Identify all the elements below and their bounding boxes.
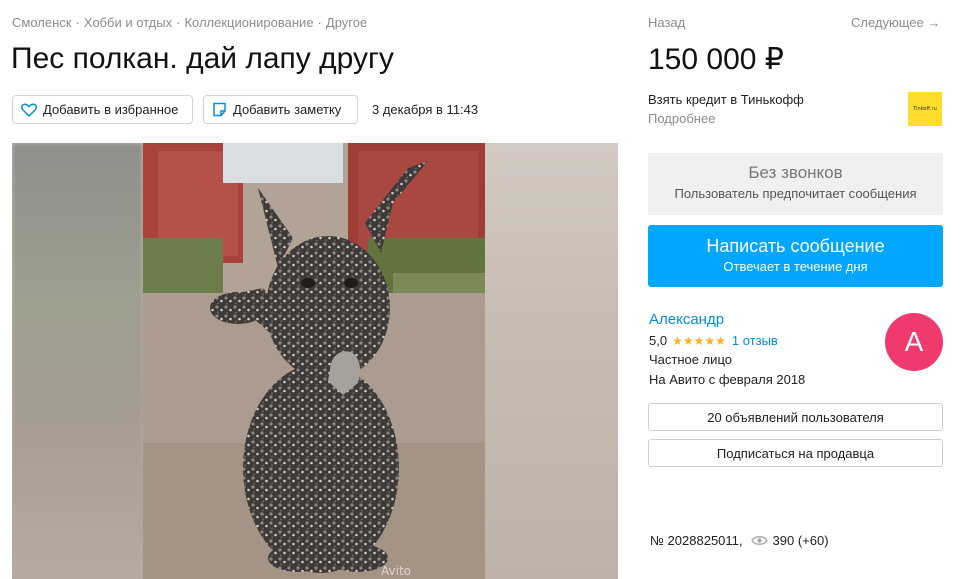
eye-icon (750, 536, 768, 545)
tinkoff-logo-text: Tinkoff.ru (913, 106, 937, 112)
seller-listings-label: 20 объявлений пользователя (707, 409, 884, 425)
price: 150 000 ₽ (648, 43, 784, 76)
breadcrumb-separator: · (317, 15, 322, 30)
add-note-label: Добавить заметку (233, 102, 342, 117)
photo-watermark: Avito (381, 564, 411, 578)
gallery-blur-right (485, 143, 618, 579)
rating-value: 5,0 (649, 333, 668, 348)
ad-number: № 2028825011, (650, 533, 743, 548)
seller-rating: 5,0 ★★★★★ 1 отзыв (649, 333, 778, 348)
add-note-button[interactable]: Добавить заметку (203, 95, 358, 124)
subscribe-seller-button[interactable]: Подписаться на продавца (648, 439, 943, 467)
seller-name-link[interactable]: Александр (649, 311, 724, 328)
seller-listings-button[interactable]: 20 объявлений пользователя (648, 403, 943, 431)
credit-more-link[interactable]: Подробнее (648, 111, 715, 126)
page-title: Пес полкан. дай лапу другу (11, 42, 394, 75)
credit-offer-link[interactable]: Взять кредит в Тинькофф (648, 92, 804, 107)
breadcrumb-hobby[interactable]: Хобби и отдых (84, 15, 172, 30)
subscribe-seller-label: Подписаться на продавца (716, 445, 875, 461)
write-message-button[interactable]: Написать сообщение Отвечает в течение дн… (648, 225, 943, 287)
view-count: 390 (+60) (772, 533, 829, 548)
add-to-favorites-button[interactable]: Добавить в избранное (12, 95, 193, 124)
tinkoff-logo[interactable]: Tinkoff.ru (908, 92, 942, 126)
seller-type: Частное лицо (649, 352, 732, 367)
seller-since: На Авито с февраля 2018 (649, 372, 806, 387)
breadcrumb-collecting[interactable]: Коллекционирование (184, 15, 313, 30)
breadcrumb-separator: · (75, 15, 80, 30)
reviews-link[interactable]: 1 отзыв (732, 333, 778, 348)
breadcrumb: Смоленск · Хобби и отдых · Коллекционировани… (12, 15, 367, 30)
no-calls-title: Без звонков (748, 163, 843, 182)
rating-stars-icon: ★★★★★ (672, 333, 726, 348)
gallery-blur-left (12, 143, 143, 579)
posted-date: 3 декабря в 11:43 (372, 102, 479, 117)
no-calls-subtitle: Пользователь предпочитает сообщения (674, 186, 917, 201)
write-message-label: Написать сообщение (706, 236, 885, 256)
avatar-letter: А (904, 326, 924, 357)
breadcrumb-city[interactable]: Смоленск (12, 15, 71, 30)
ad-meta: № 2028825011, 390 (+60) (650, 533, 829, 548)
response-time-label: Отвечает в течение дня (723, 259, 868, 274)
no-calls-notice: Без звонков Пользователь предпочитает со… (648, 153, 943, 215)
breadcrumb-other[interactable]: Другое (326, 15, 367, 30)
back-link[interactable]: Назад (648, 15, 685, 30)
note-icon (213, 102, 226, 117)
breadcrumb-separator: · (176, 15, 181, 30)
add-to-favorites-label: Добавить в избранное (43, 102, 179, 117)
next-link[interactable]: Следующее → (851, 15, 940, 30)
heart-icon (21, 102, 37, 117)
avatar[interactable]: А (885, 313, 943, 371)
listing-photo[interactable]: Avito (143, 143, 485, 579)
photo-gallery[interactable]: Avito (12, 143, 618, 579)
